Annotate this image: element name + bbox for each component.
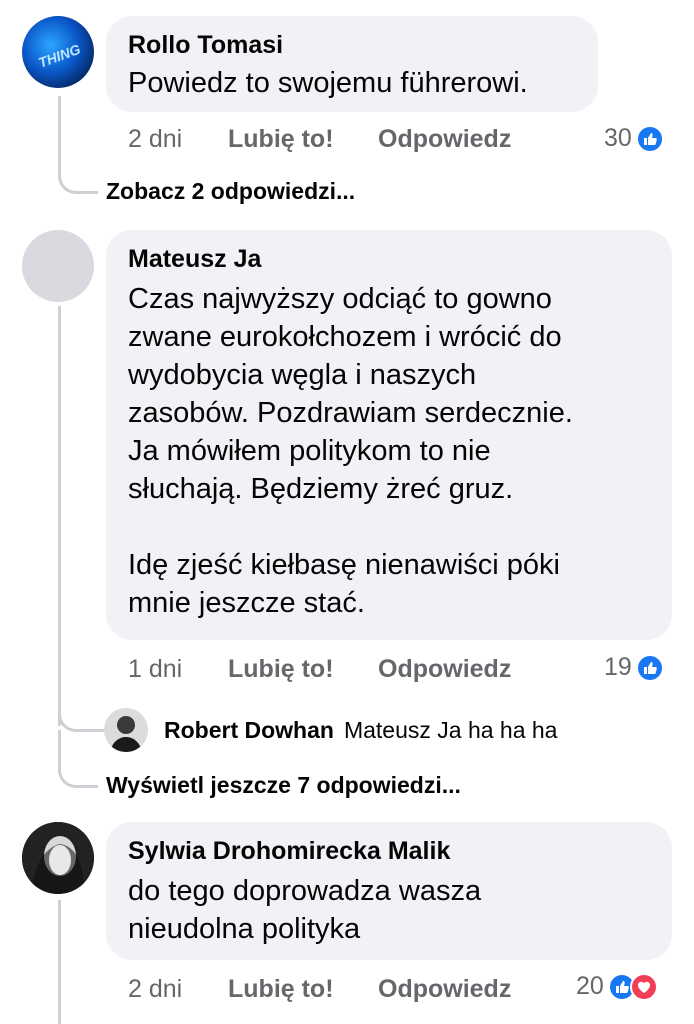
like-button[interactable]: Lubię to! (228, 975, 378, 1004)
comment-author[interactable]: Sylwia Drohomirecka Malik (128, 836, 650, 866)
reaction-summary[interactable]: 30 (604, 124, 664, 153)
like-button[interactable]: Lubię to! (228, 655, 378, 684)
comment-text: Powiedz to swojemu führerowi. (128, 67, 528, 99)
thread-line (58, 96, 61, 172)
thread-connector (58, 762, 98, 788)
reply-text: Mateusz Ja ha ha ha (343, 716, 558, 743)
view-more-replies-link[interactable]: Wyświetl jeszcze 7 odpowiedzi... (106, 772, 461, 799)
comment-bubble: Sylwia Drohomirecka Malik do tego doprow… (106, 822, 672, 960)
reply-button[interactable]: Odpowiedz (378, 975, 511, 1004)
reaction-count: 20 (576, 972, 604, 1000)
comment-bubble: Rollo Tomasi Powiedz to swojemu führerow… (106, 16, 598, 112)
comment-text: Czas najwyższy odciąć to gowno zwane eur… (128, 283, 573, 619)
like-button[interactable]: Lubię to! (228, 125, 378, 154)
avatar[interactable]: THING (22, 16, 94, 88)
comment-text: do tego doprowadza wasza nieudolna polit… (128, 875, 482, 945)
comment-author[interactable]: Rollo Tomasi (128, 30, 576, 60)
reaction-summary[interactable]: 20 (576, 972, 658, 1001)
comment-actions: 2 dni Lubię to! Odpowiedz (128, 125, 511, 154)
reply-author[interactable]: Robert Dowhan (164, 717, 334, 744)
avatar[interactable] (104, 708, 148, 752)
logo-thing-icon: THING (36, 41, 83, 71)
comment-time[interactable]: 2 dni (128, 975, 228, 1004)
thread-connector (58, 168, 98, 194)
thread-connector (58, 706, 104, 732)
comment-time[interactable]: 1 dni (128, 655, 228, 684)
reply-button[interactable]: Odpowiedz (378, 125, 511, 154)
comment-bubble: Mateusz Ja Czas najwyższy odciąć to gown… (106, 230, 672, 640)
reply-button[interactable]: Odpowiedz (378, 655, 511, 684)
avatar[interactable] (22, 822, 94, 894)
avatar[interactable] (22, 230, 94, 302)
love-icon (629, 972, 658, 1001)
svg-text:THING: THING (36, 41, 83, 71)
comment-time[interactable]: 2 dni (128, 125, 228, 154)
reaction-count: 30 (604, 124, 632, 152)
reply-preview[interactable]: Robert Dowhan Mateusz Ja ha ha ha (104, 708, 557, 752)
comment-actions: 1 dni Lubię to! Odpowiedz (128, 655, 511, 684)
comment-author[interactable]: Mateusz Ja (128, 244, 650, 274)
reaction-count: 19 (604, 653, 632, 681)
comment-actions: 2 dni Lubię to! Odpowiedz (128, 975, 511, 1004)
reaction-summary[interactable]: 19 (604, 653, 664, 682)
like-icon (635, 653, 664, 682)
thread-line (58, 900, 61, 1024)
like-icon (635, 124, 664, 153)
thread-line (58, 306, 61, 726)
view-replies-link[interactable]: Zobacz 2 odpowiedzi... (106, 178, 355, 205)
